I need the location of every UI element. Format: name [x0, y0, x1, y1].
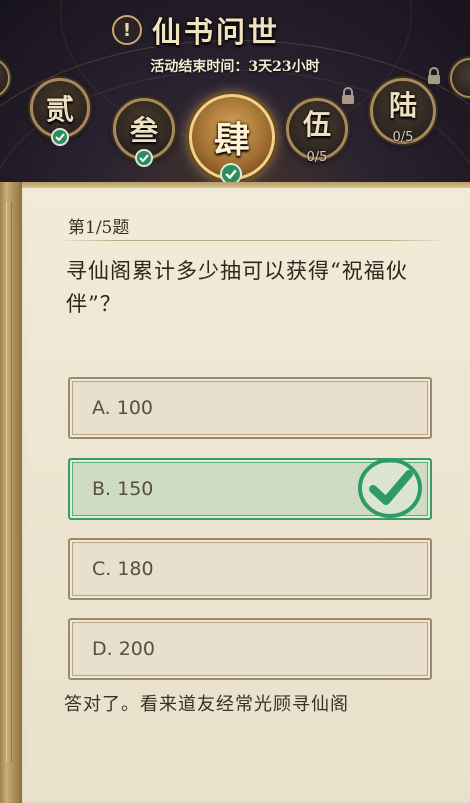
lock-icon: [342, 87, 354, 104]
chapter-node-6[interactable]: 陆 0/5: [370, 78, 436, 145]
chapter-progress: 0/5: [392, 130, 414, 145]
event-title: 仙书问世: [152, 15, 281, 49]
chapter-name: 伍: [302, 108, 331, 141]
chapter-name: 贰: [45, 93, 74, 126]
question-text: 寻仙阁累计多少抽可以获得“祝福伙伴”？: [66, 259, 408, 316]
scroll-border: [0, 182, 22, 803]
answer-option-d[interactable]: D. 200: [68, 618, 432, 680]
check-icon: [51, 128, 69, 146]
lock-icon: [428, 67, 440, 84]
title-bar: ! 仙书问世: [112, 8, 362, 52]
exclamation-icon[interactable]: !: [112, 15, 142, 45]
check-icon: [135, 149, 153, 167]
chapter-header: ! 仙书问世 活动结束时间：3天23小时 贰 叁 肆 伍 0/5 陆 0/5: [0, 0, 470, 190]
chapter-progress: 0/5: [306, 150, 328, 165]
panel-top-edge: [22, 182, 470, 188]
option-label: D. 200: [92, 638, 155, 660]
option-label: B. 150: [92, 478, 154, 500]
chapter-node-5[interactable]: 伍 0/5: [286, 98, 348, 165]
question-number: 第1/5题: [68, 218, 130, 238]
option-label: C. 180: [92, 558, 154, 580]
chapter-name: 叁: [129, 114, 158, 147]
event-countdown: 活动结束时间：3天23小时: [150, 59, 320, 75]
chapter-name: 肆: [213, 119, 250, 161]
answer-option-c[interactable]: C. 180: [68, 538, 432, 600]
chapter-name: 陆: [388, 89, 417, 122]
option-label: A. 100: [92, 397, 154, 419]
divider: [56, 240, 448, 241]
answer-feedback: 答对了。看来道友经常光顾寻仙阁: [64, 694, 349, 715]
correct-check-icon: [358, 458, 422, 518]
answer-option-a[interactable]: A. 100: [68, 377, 432, 439]
